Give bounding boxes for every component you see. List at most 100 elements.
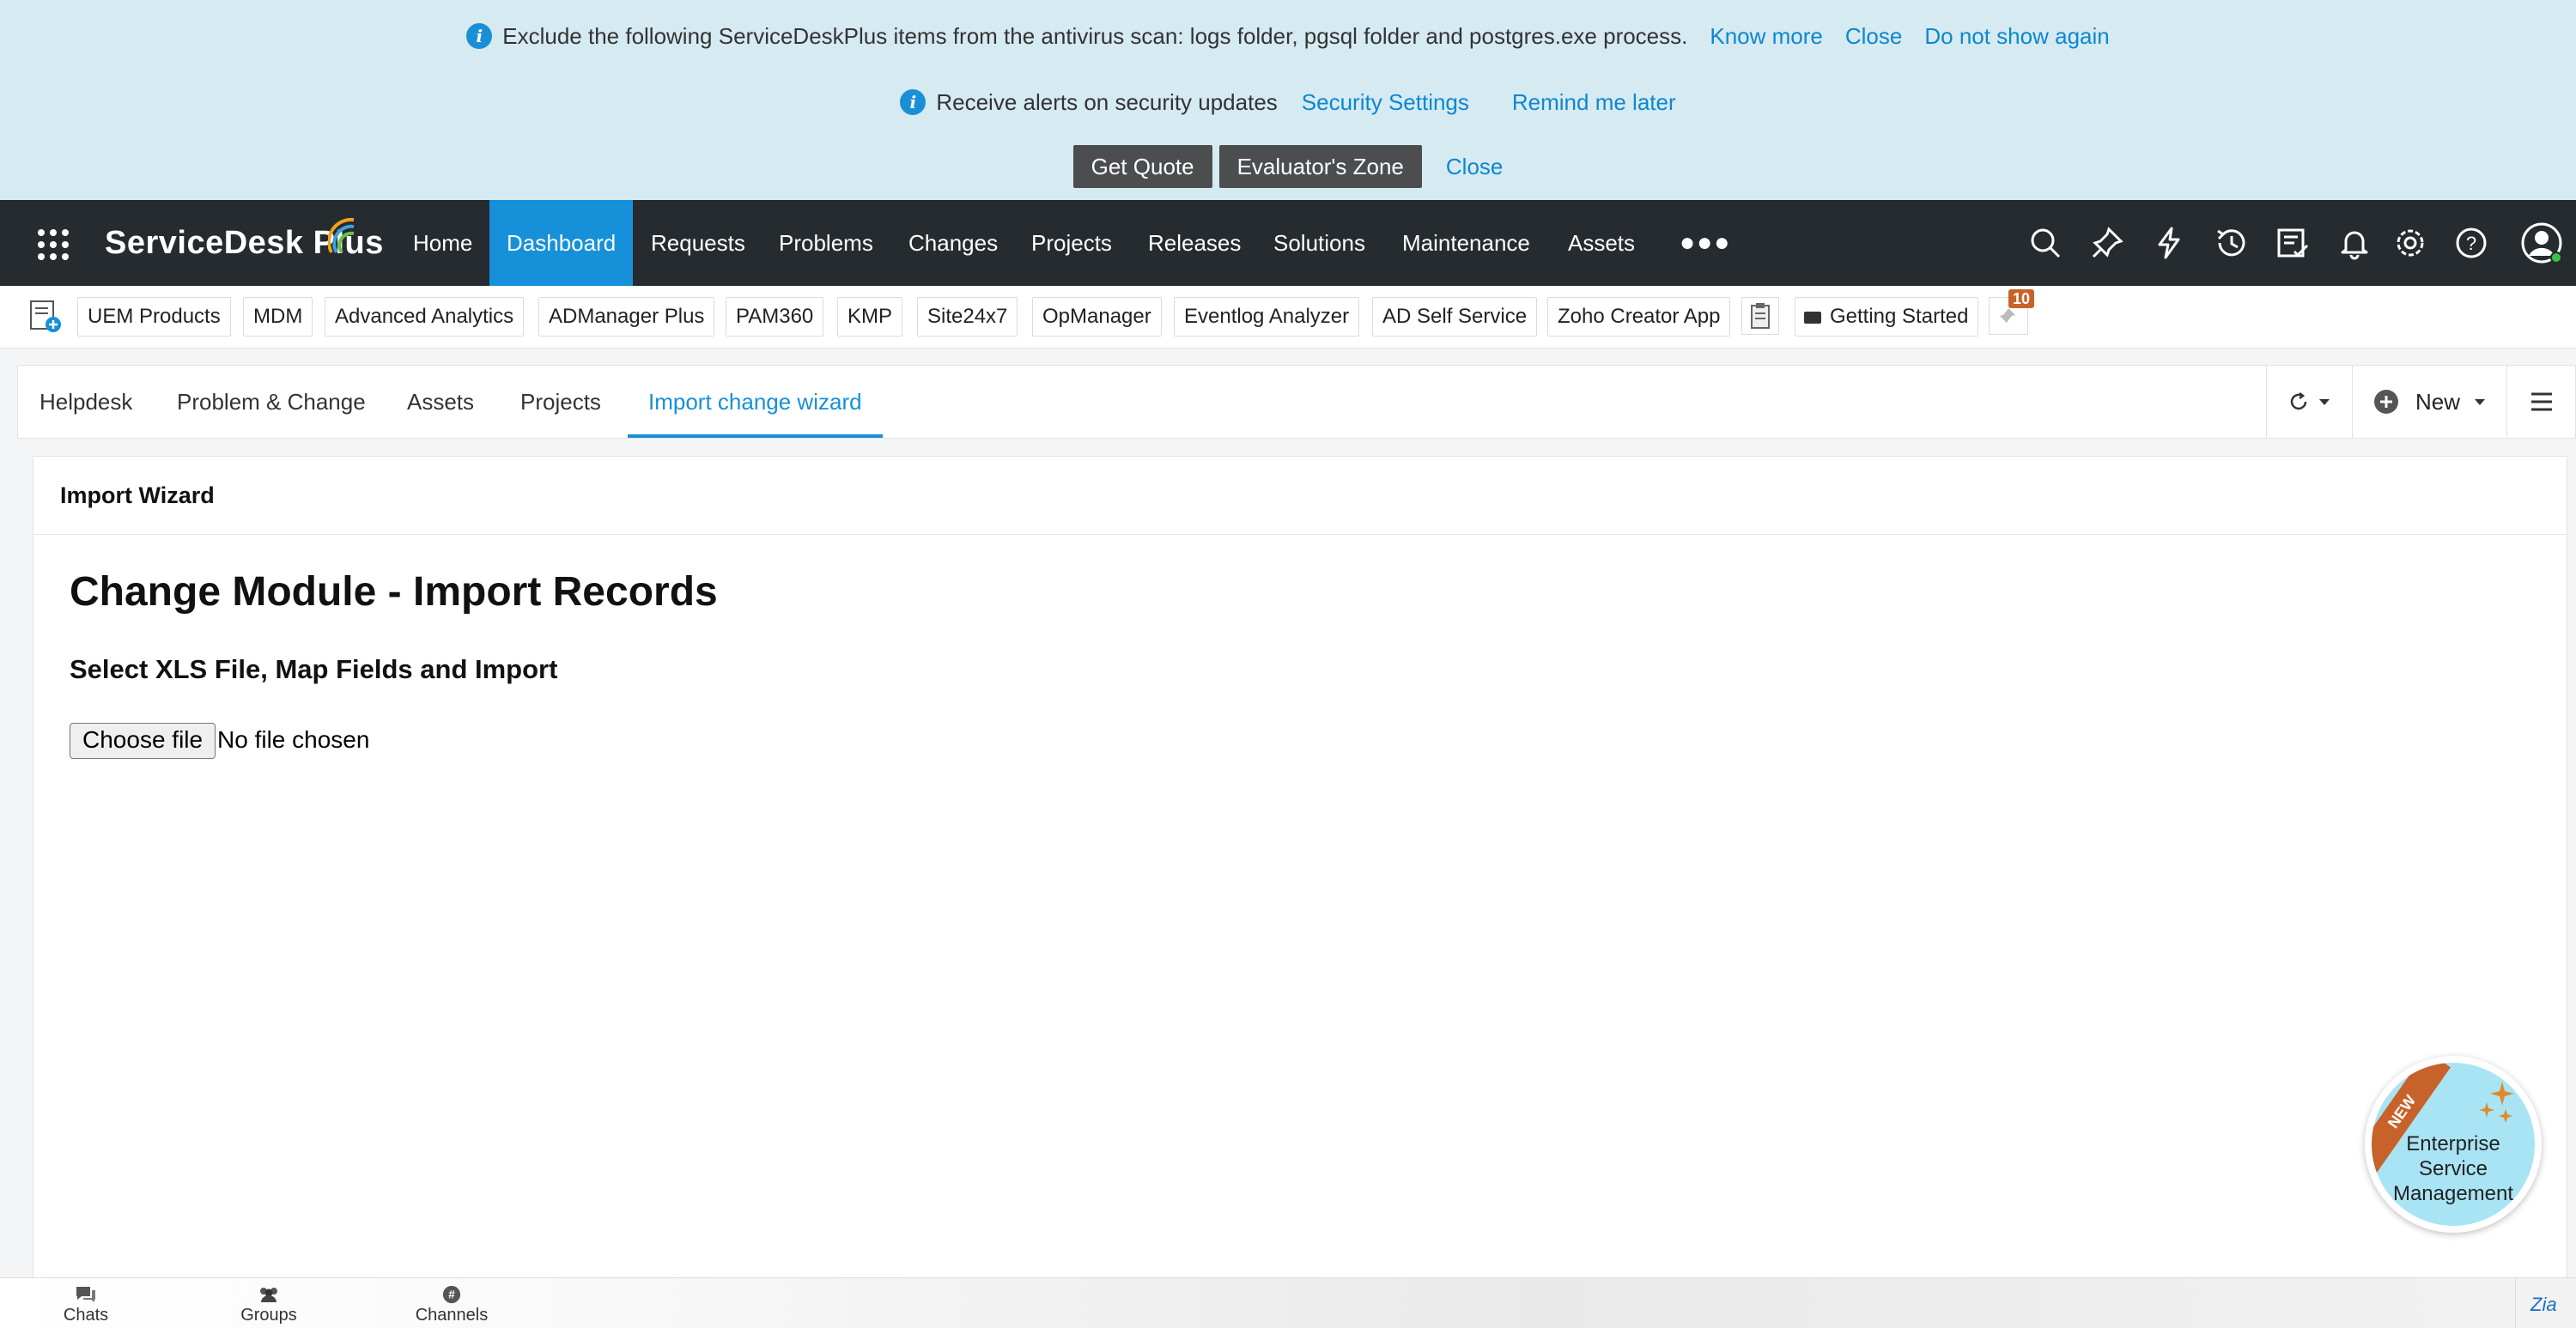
quick-link-ad-self-service[interactable]: AD Self Service — [1372, 297, 1538, 337]
quick-link-kmp[interactable]: KMP — [837, 297, 903, 337]
app-launcher-icon[interactable] — [38, 229, 69, 260]
quick-link-uem-products[interactable]: UEM Products — [77, 297, 231, 337]
security-settings-link[interactable]: Security Settings — [1302, 89, 1469, 116]
security-message: Receive alerts on security updates — [936, 88, 1278, 115]
groups-button[interactable]: Groups — [217, 1280, 320, 1325]
panel-header: Import Wizard — [33, 457, 2567, 535]
chevron-down-icon — [2475, 399, 2485, 405]
nav-requests[interactable]: Requests — [634, 200, 762, 286]
quick-link-advanced-analytics[interactable]: Advanced Analytics — [325, 297, 525, 337]
sparkle-icon — [2479, 1082, 2514, 1123]
do-not-show-again-link[interactable]: Do not show again — [1924, 23, 2109, 50]
module-tab-bar: Helpdesk Problem & Change Assets Project… — [17, 365, 2576, 439]
getting-started-button[interactable]: Getting Started — [1795, 297, 1979, 337]
hamburger-menu-icon[interactable] — [2506, 366, 2576, 438]
nav-maintenance[interactable]: Maintenance — [1385, 200, 1547, 286]
servicedesk-logo[interactable]: ServiceDesk Plus — [105, 217, 384, 264]
esm-badge[interactable]: NEW Enterprise Service Management — [2365, 1056, 2542, 1233]
pin-icon[interactable] — [2090, 226, 2124, 260]
channel-hash-icon: # — [442, 1285, 461, 1304]
tab-import-change-wizard[interactable]: Import change wizard — [628, 366, 883, 438]
top-navigation: ServiceDesk Plus Home Dashboard Requests… — [0, 200, 2576, 286]
notification-banner: i Exclude the following ServiceDeskPlus … — [0, 0, 2576, 201]
antivirus-banner: i Exclude the following ServiceDeskPlus … — [0, 19, 2576, 53]
refresh-icon — [2290, 392, 2307, 410]
refresh-dropdown[interactable] — [2266, 366, 2353, 438]
new-button-label: New — [2415, 388, 2460, 415]
quick-link-pam360[interactable]: PAM360 — [726, 297, 824, 337]
svg-text:Zia: Zia — [2530, 1294, 2557, 1315]
page-subtitle: Select XLS File, Map Fields and Import — [70, 654, 558, 684]
chats-button[interactable]: Chats — [34, 1280, 137, 1325]
gear-icon[interactable] — [2393, 226, 2427, 260]
lightning-icon[interactable] — [2152, 226, 2186, 260]
zia-assistant-icon[interactable]: Zia — [2515, 1278, 2576, 1328]
video-camera-icon — [1804, 312, 1821, 324]
new-button[interactable]: New — [2352, 366, 2507, 438]
add-quick-link-icon[interactable] — [26, 297, 64, 335]
search-icon[interactable] — [2028, 226, 2063, 260]
esm-badge-text: Enterprise Service Management — [2372, 1131, 2535, 1206]
bell-icon[interactable] — [2337, 226, 2372, 260]
pin-count-badge: 10 — [2008, 289, 2035, 308]
trial-banner: Get Quote Evaluator's Zone Close — [0, 144, 2576, 189]
tab-helpdesk[interactable]: Helpdesk — [39, 366, 132, 438]
info-icon: i — [466, 23, 493, 49]
more-menu-icon[interactable]: ●●● — [1662, 200, 1748, 286]
security-banner: i Receive alerts on security updates Sec… — [0, 85, 2576, 119]
antivirus-close-link[interactable]: Close — [1845, 23, 1902, 50]
add-circle-icon — [2373, 390, 2398, 414]
nav-dashboard[interactable]: Dashboard — [489, 200, 634, 286]
getting-started-label: Getting Started — [1830, 305, 1969, 328]
quick-link-zoho-creator-app[interactable]: Zoho Creator App — [1547, 297, 1731, 337]
choose-file-button[interactable]: Choose file — [70, 723, 216, 759]
groups-label: Groups — [240, 1306, 297, 1325]
quick-link-site24x7[interactable]: Site24x7 — [917, 297, 1018, 337]
chat-bar: Chats Groups # Channels Zia — [0, 1277, 2576, 1328]
quick-link-admanager-plus[interactable]: ADManager Plus — [538, 297, 715, 337]
nav-changes[interactable]: Changes — [891, 200, 1015, 286]
import-wizard-panel: Import Wizard Change Module - Import Rec… — [33, 456, 2567, 1314]
info-icon: i — [900, 89, 927, 115]
logo-arc-icon — [328, 217, 355, 254]
nav-projects[interactable]: Projects — [1014, 200, 1129, 286]
file-status-text: No file chosen — [217, 726, 370, 753]
page-title: Change Module - Import Records — [70, 569, 718, 615]
quick-links-toolbar: UEM Products MDM Advanced Analytics ADMa… — [0, 286, 2576, 349]
nav-releases[interactable]: Releases — [1131, 200, 1258, 286]
quick-link-mdm[interactable]: MDM — [243, 297, 313, 337]
nav-problems[interactable]: Problems — [762, 200, 890, 286]
trial-close-link[interactable]: Close — [1446, 154, 1503, 180]
esm-line-1: Enterprise — [2406, 1132, 2500, 1155]
tab-assets[interactable]: Assets — [407, 366, 474, 438]
nav-assets[interactable]: Assets — [1551, 200, 1652, 286]
quick-link-opmanager[interactable]: OpManager — [1032, 297, 1162, 337]
chat-bubble-icon — [76, 1287, 95, 1302]
evaluators-zone-button[interactable]: Evaluator's Zone — [1218, 145, 1422, 188]
channels-button[interactable]: # Channels — [400, 1280, 503, 1325]
tab-projects[interactable]: Projects — [520, 366, 601, 438]
antivirus-message: Exclude the following ServiceDeskPlus it… — [502, 22, 1688, 49]
checklist-icon[interactable] — [2275, 226, 2310, 260]
svg-text:#: # — [448, 1289, 455, 1301]
pin-quick-link-icon[interactable]: 10 — [1989, 289, 2035, 335]
quick-link-eventlog-analyzer[interactable]: Eventlog Analyzer — [1174, 297, 1360, 337]
avatar-icon[interactable] — [2520, 221, 2563, 264]
nav-home[interactable]: Home — [396, 200, 489, 286]
clipboard-icon[interactable] — [1741, 297, 1779, 335]
nav-solutions[interactable]: Solutions — [1256, 200, 1382, 286]
chats-label: Chats — [63, 1306, 109, 1325]
history-icon[interactable] — [2214, 226, 2248, 260]
help-icon[interactable]: ? — [2454, 226, 2488, 260]
esm-line-3: Management — [2392, 1182, 2514, 1205]
group-icon — [260, 1288, 277, 1302]
know-more-link[interactable]: Know more — [1710, 23, 1823, 50]
remind-me-later-link[interactable]: Remind me later — [1512, 89, 1676, 116]
tab-problem-change[interactable]: Problem & Change — [177, 366, 366, 438]
get-quote-button[interactable]: Get Quote — [1072, 145, 1212, 188]
chevron-down-icon — [2319, 399, 2330, 405]
esm-badge-inner: NEW Enterprise Service Management — [2372, 1063, 2535, 1226]
esm-line-2: Service — [2418, 1157, 2488, 1180]
channels-label: Channels — [415, 1306, 489, 1325]
svg-text:?: ? — [2466, 233, 2476, 254]
